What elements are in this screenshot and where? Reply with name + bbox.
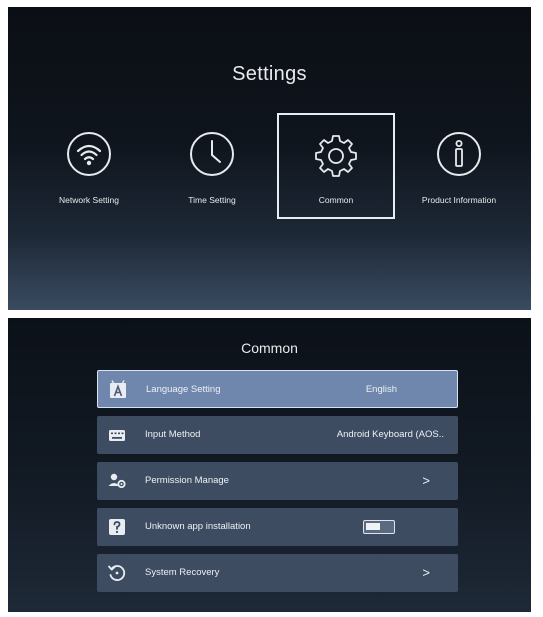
unknown-apps-toggle[interactable] — [363, 520, 395, 534]
row-label: Input Method — [145, 429, 201, 440]
settings-panel: Settings Network Setting Time Setting Co… — [8, 7, 531, 310]
row-label: Language Setting — [146, 384, 221, 395]
row-value: Android Keyboard (AOS.. — [336, 429, 444, 440]
tile-common[interactable]: Common — [277, 113, 395, 219]
page-title: Settings — [232, 63, 307, 85]
clock-icon — [190, 132, 234, 176]
row-system-recovery[interactable]: System Recovery > — [97, 554, 458, 592]
tile-time-setting[interactable]: Time Setting — [153, 113, 271, 219]
row-label: System Recovery — [145, 567, 220, 578]
chevron-right-icon: > — [422, 473, 430, 488]
keyboard-icon — [109, 430, 125, 441]
row-label: Permission Manage — [145, 475, 229, 486]
toggle-knob — [366, 523, 380, 530]
tile-product-information[interactable]: Product Information — [400, 113, 518, 219]
chevron-right-icon: > — [422, 565, 430, 580]
row-label: Unknown app installation — [145, 521, 251, 532]
tile-network-setting[interactable]: Network Setting — [30, 113, 148, 219]
language-icon — [110, 380, 126, 398]
common-panel: Common Language Setting English Input Me… — [8, 318, 531, 612]
section-title: Common — [241, 340, 298, 356]
row-language-setting[interactable]: Language Setting English — [97, 370, 458, 408]
recovery-icon — [108, 565, 126, 581]
row-value: English — [365, 384, 397, 395]
question-icon — [109, 519, 125, 535]
row-input-method[interactable]: Input Method Android Keyboard (AOS.. — [97, 416, 458, 454]
row-unknown-app-installation[interactable]: Unknown app installation — [97, 508, 458, 546]
gear-icon — [315, 135, 357, 177]
tile-label: Product Information — [421, 195, 497, 205]
permission-icon — [108, 473, 126, 489]
info-icon — [437, 132, 481, 176]
wifi-icon — [67, 132, 111, 176]
row-permission-manage[interactable]: Permission Manage > — [97, 462, 458, 500]
